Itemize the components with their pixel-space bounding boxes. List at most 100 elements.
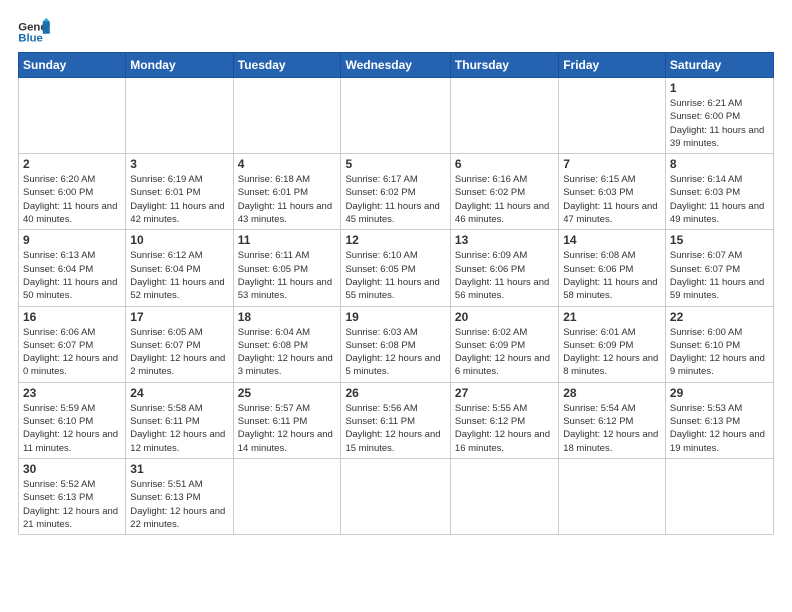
day-info: Sunrise: 5:56 AM Sunset: 6:11 PM Dayligh… [345,402,445,455]
day-cell: 22Sunrise: 6:00 AM Sunset: 6:10 PM Dayli… [665,306,773,382]
day-info: Sunrise: 6:02 AM Sunset: 6:09 PM Dayligh… [455,326,554,379]
day-info: Sunrise: 6:11 AM Sunset: 6:05 PM Dayligh… [238,249,337,302]
calendar-table: SundayMondayTuesdayWednesdayThursdayFrid… [18,52,774,535]
day-number: 10 [130,233,228,247]
day-cell [233,78,341,154]
day-number: 8 [670,157,769,171]
day-cell: 19 Sunrise: 6:03 AM Sunset: 6:08 PM Dayli… [341,306,450,382]
day-number: 27 [455,386,554,400]
day-cell: 11 Sunrise: 6:11 AM Sunset: 6:05 PM Dayli… [233,230,341,306]
day-cell [341,78,450,154]
day-number: 7 [563,157,661,171]
day-cell: 10Sunrise: 6:12 AM Sunset: 6:04 PM Dayli… [126,230,233,306]
day-cell [559,78,666,154]
day-number: 21 [563,310,661,324]
day-number: 5 [345,157,445,171]
weekday-header-sunday: Sunday [19,53,126,78]
day-info: Sunrise: 5:55 AM Sunset: 6:12 PM Dayligh… [455,402,554,455]
day-info: Sunrise: 6:06 AM Sunset: 6:07 PM Dayligh… [23,326,121,379]
day-cell: 8 Sunrise: 6:14 AM Sunset: 6:03 PM Daylig… [665,154,773,230]
day-cell [450,78,558,154]
day-number: 13 [455,233,554,247]
day-number: 23 [23,386,121,400]
day-number: 1 [670,81,769,95]
day-cell [233,458,341,534]
day-cell: 5 Sunrise: 6:17 AM Sunset: 6:02 PM Daylig… [341,154,450,230]
weekday-header-wednesday: Wednesday [341,53,450,78]
day-cell [559,458,666,534]
day-info: Sunrise: 5:52 AM Sunset: 6:13 PM Dayligh… [23,478,121,531]
day-info: Sunrise: 6:18 AM Sunset: 6:01 PM Dayligh… [238,173,337,226]
day-number: 24 [130,386,228,400]
day-number: 3 [130,157,228,171]
day-cell: 25Sunrise: 5:57 AM Sunset: 6:11 PM Dayli… [233,382,341,458]
day-info: Sunrise: 6:17 AM Sunset: 6:02 PM Dayligh… [345,173,445,226]
day-cell [126,78,233,154]
day-info: Sunrise: 6:10 AM Sunset: 6:05 PM Dayligh… [345,249,445,302]
week-row-2: 9 Sunrise: 6:13 AM Sunset: 6:04 PM Daylig… [19,230,774,306]
day-cell [665,458,773,534]
day-cell: 3 Sunrise: 6:19 AM Sunset: 6:01 PM Daylig… [126,154,233,230]
day-cell: 14Sunrise: 6:08 AM Sunset: 6:06 PM Dayli… [559,230,666,306]
day-cell: 7 Sunrise: 6:15 AM Sunset: 6:03 PM Daylig… [559,154,666,230]
day-number: 9 [23,233,121,247]
day-info: Sunrise: 5:51 AM Sunset: 6:13 PM Dayligh… [130,478,228,531]
day-cell: 15 Sunrise: 6:07 AM Sunset: 6:07 PM Dayli… [665,230,773,306]
day-cell: 31Sunrise: 5:51 AM Sunset: 6:13 PM Dayli… [126,458,233,534]
day-info: Sunrise: 6:05 AM Sunset: 6:07 PM Dayligh… [130,326,228,379]
day-info: Sunrise: 5:53 AM Sunset: 6:13 PM Dayligh… [670,402,769,455]
day-number: 18 [238,310,337,324]
day-info: Sunrise: 6:07 AM Sunset: 6:07 PM Dayligh… [670,249,769,302]
day-number: 6 [455,157,554,171]
weekday-header-tuesday: Tuesday [233,53,341,78]
day-cell: 21 Sunrise: 6:01 AM Sunset: 6:09 PM Dayli… [559,306,666,382]
day-cell: 4Sunrise: 6:18 AM Sunset: 6:01 PM Daylig… [233,154,341,230]
day-info: Sunrise: 6:14 AM Sunset: 6:03 PM Dayligh… [670,173,769,226]
day-info: Sunrise: 5:57 AM Sunset: 6:11 PM Dayligh… [238,402,337,455]
weekday-header-saturday: Saturday [665,53,773,78]
day-cell [19,78,126,154]
header: General Blue [18,18,774,46]
day-info: Sunrise: 5:59 AM Sunset: 6:10 PM Dayligh… [23,402,121,455]
day-cell: 24Sunrise: 5:58 AM Sunset: 6:11 PM Dayli… [126,382,233,458]
day-cell: 12 Sunrise: 6:10 AM Sunset: 6:05 PM Dayli… [341,230,450,306]
day-number: 30 [23,462,121,476]
day-number: 16 [23,310,121,324]
logo: General Blue [18,18,50,46]
day-cell: 1 Sunrise: 6:21 AM Sunset: 6:00 PM Daylig… [665,78,773,154]
day-info: Sunrise: 6:04 AM Sunset: 6:08 PM Dayligh… [238,326,337,379]
day-number: 17 [130,310,228,324]
day-number: 15 [670,233,769,247]
day-info: Sunrise: 6:19 AM Sunset: 6:01 PM Dayligh… [130,173,228,226]
day-info: Sunrise: 6:09 AM Sunset: 6:06 PM Dayligh… [455,249,554,302]
day-number: 2 [23,157,121,171]
svg-text:Blue: Blue [18,33,43,45]
day-number: 11 [238,233,337,247]
weekday-header-row: SundayMondayTuesdayWednesdayThursdayFrid… [19,53,774,78]
day-cell: 20Sunrise: 6:02 AM Sunset: 6:09 PM Dayli… [450,306,558,382]
day-info: Sunrise: 5:54 AM Sunset: 6:12 PM Dayligh… [563,402,661,455]
generalblue-logo-icon: General Blue [18,18,50,46]
day-info: Sunrise: 6:13 AM Sunset: 6:04 PM Dayligh… [23,249,121,302]
day-info: Sunrise: 6:01 AM Sunset: 6:09 PM Dayligh… [563,326,661,379]
day-info: Sunrise: 6:00 AM Sunset: 6:10 PM Dayligh… [670,326,769,379]
day-cell: 29Sunrise: 5:53 AM Sunset: 6:13 PM Dayli… [665,382,773,458]
day-cell: 16 Sunrise: 6:06 AM Sunset: 6:07 PM Dayli… [19,306,126,382]
calendar-page: General Blue SundayMondayTuesdayWednesda… [0,0,792,612]
day-cell [450,458,558,534]
day-info: Sunrise: 6:03 AM Sunset: 6:08 PM Dayligh… [345,326,445,379]
day-number: 19 [345,310,445,324]
weekday-header-monday: Monday [126,53,233,78]
week-row-5: 30 Sunrise: 5:52 AM Sunset: 6:13 PM Dayli… [19,458,774,534]
day-number: 12 [345,233,445,247]
day-cell: 23 Sunrise: 5:59 AM Sunset: 6:10 PM Dayli… [19,382,126,458]
day-info: Sunrise: 6:08 AM Sunset: 6:06 PM Dayligh… [563,249,661,302]
week-row-0: 1 Sunrise: 6:21 AM Sunset: 6:00 PM Daylig… [19,78,774,154]
day-info: Sunrise: 6:21 AM Sunset: 6:00 PM Dayligh… [670,97,769,150]
day-cell: 6 Sunrise: 6:16 AM Sunset: 6:02 PM Daylig… [450,154,558,230]
day-info: Sunrise: 6:15 AM Sunset: 6:03 PM Dayligh… [563,173,661,226]
day-info: Sunrise: 6:16 AM Sunset: 6:02 PM Dayligh… [455,173,554,226]
day-cell: 28Sunrise: 5:54 AM Sunset: 6:12 PM Dayli… [559,382,666,458]
week-row-1: 2 Sunrise: 6:20 AM Sunset: 6:00 PM Daylig… [19,154,774,230]
day-info: Sunrise: 6:20 AM Sunset: 6:00 PM Dayligh… [23,173,121,226]
